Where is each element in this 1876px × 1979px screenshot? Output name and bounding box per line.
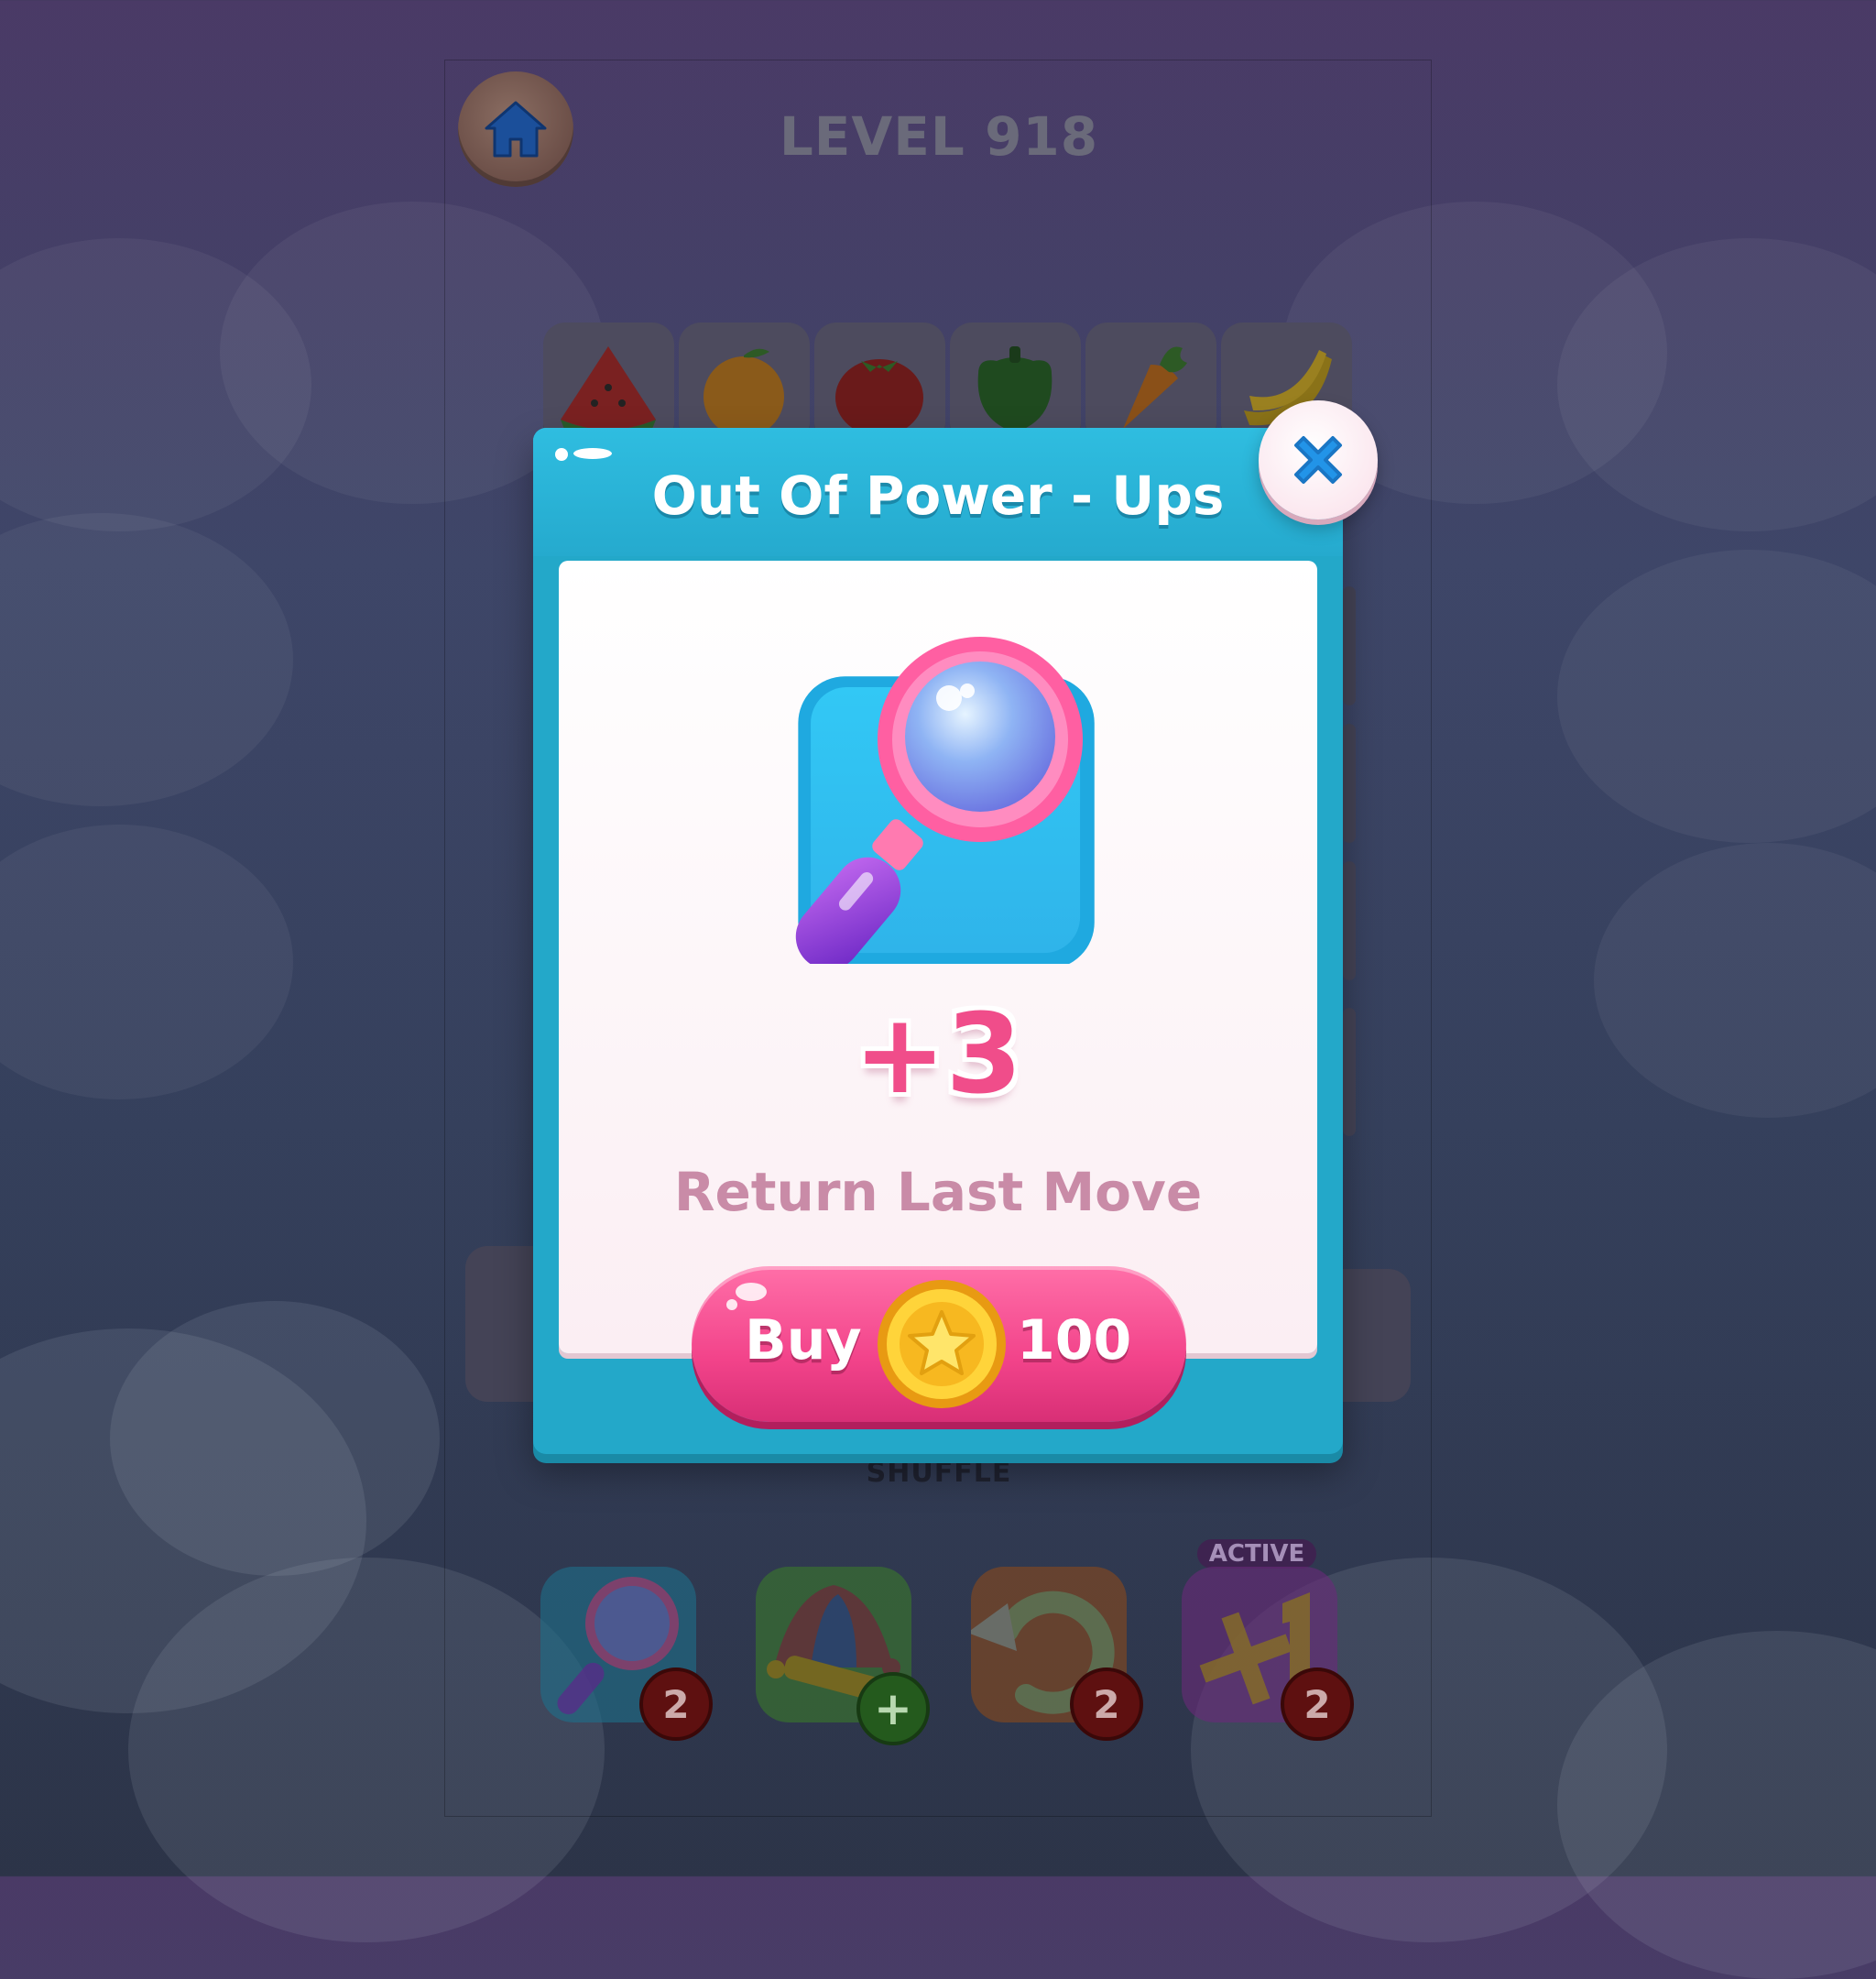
reward-name: Return Last Move xyxy=(673,1161,1203,1223)
carrot-icon xyxy=(1123,346,1187,429)
reward-amount: +3 xyxy=(853,991,1023,1119)
home-button[interactable] xyxy=(458,71,573,187)
tomato-icon xyxy=(835,359,923,436)
close-icon xyxy=(1294,436,1342,484)
bell-pepper-icon xyxy=(977,346,1053,432)
powerup-magnifier[interactable]: 2 xyxy=(540,1567,713,1741)
powerup-undo[interactable]: 2 xyxy=(971,1567,1143,1741)
buy-button[interactable]: Buy 100 xyxy=(692,1266,1186,1422)
shuffle-label: SHUFFLE xyxy=(866,1457,1012,1489)
watermelon-icon xyxy=(561,346,656,438)
powerup-count-badge: 2 xyxy=(1281,1667,1354,1741)
powerup-count-badge: 2 xyxy=(639,1667,713,1741)
active-tag: ACTIVE xyxy=(1197,1539,1316,1569)
shine-dash xyxy=(573,448,612,459)
button-shine xyxy=(736,1283,767,1301)
dialog-title: Out Of Power - Ups xyxy=(651,465,1225,527)
shine-dot xyxy=(555,448,568,461)
powerup-add-badge[interactable]: + xyxy=(856,1672,930,1745)
powerup-count-badge: 2 xyxy=(1070,1667,1143,1741)
magnifier-icon xyxy=(795,637,1095,964)
powerup-plus-one[interactable]: 2 xyxy=(1182,1567,1354,1741)
home-icon xyxy=(485,101,547,158)
button-shine-dot xyxy=(726,1299,737,1310)
coin-icon xyxy=(878,1280,1006,1408)
powerup-jester[interactable]: + xyxy=(756,1567,930,1745)
level-title: LEVEL 918 xyxy=(779,105,1099,168)
close-button[interactable] xyxy=(1259,400,1378,519)
out-of-powerups-dialog: Out Of Power - Ups +3 Return Last Move B… xyxy=(533,428,1343,1454)
price-label: 100 xyxy=(1017,1308,1132,1372)
reward-card: +3 Return Last Move xyxy=(559,561,1317,1353)
orange-icon xyxy=(704,348,784,437)
buy-label: Buy xyxy=(745,1308,862,1372)
